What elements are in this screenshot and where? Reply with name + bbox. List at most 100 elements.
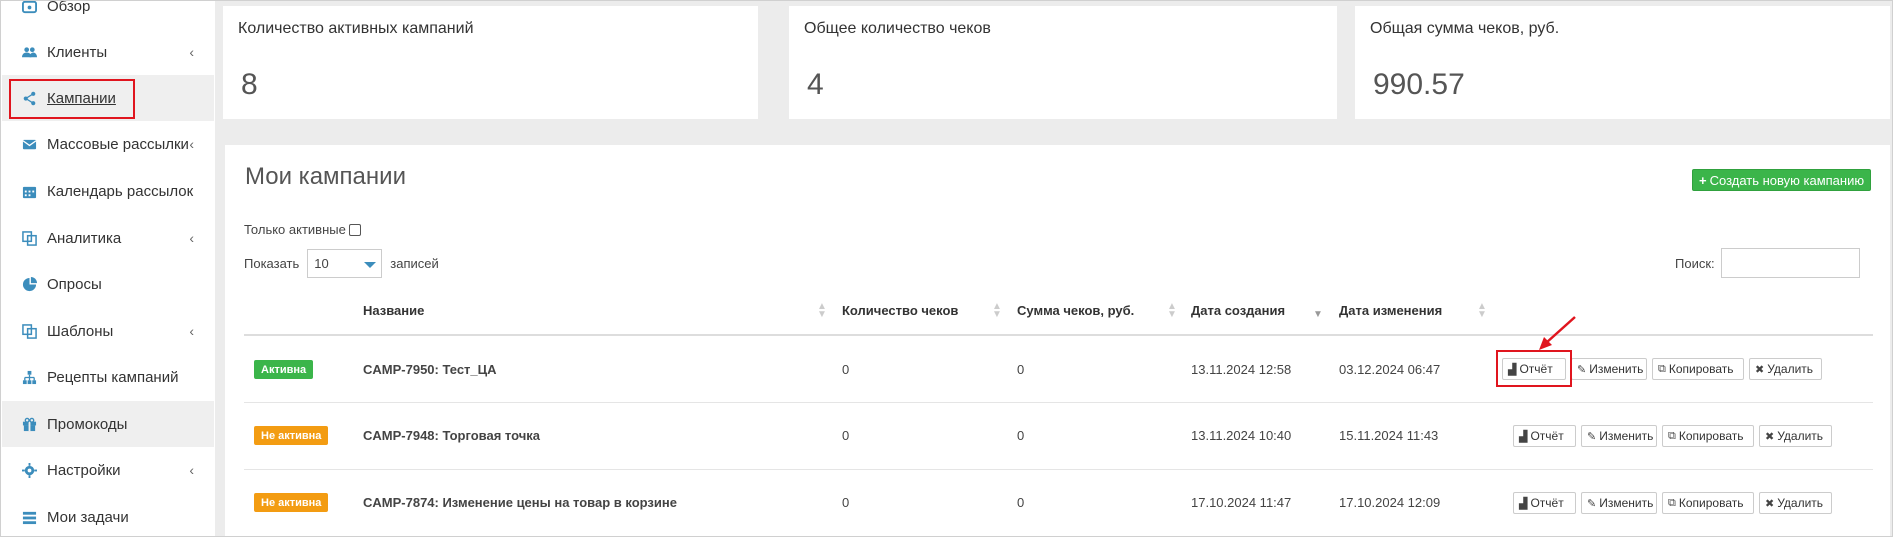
sidebar-item-label: Обзор: [47, 0, 91, 15]
column-header-sum[interactable]: Сумма чеков, руб.: [1017, 303, 1134, 318]
sidebar-item-campaign-recipes[interactable]: Рецепты кампаний: [2, 354, 214, 400]
delete-button[interactable]: ✖ Удалить: [1759, 425, 1832, 447]
sidebar-item-label: Аналитика: [47, 229, 122, 247]
sidebar-item-mass-mailings[interactable]: Массовые рассылки ‹: [2, 121, 214, 167]
sidebar-item-label: Промокоды: [47, 415, 128, 433]
status-badge: Не активна: [254, 426, 329, 445]
checks-count: 0: [842, 362, 850, 377]
search-input[interactable]: [1720, 248, 1860, 278]
stat-card-total-checks: Общее количество чеков 4: [789, 6, 1337, 119]
caret-down-icon: [364, 262, 377, 268]
edit-button[interactable]: ✎ Изменить: [1581, 425, 1657, 447]
copy-icon: ⧉: [1658, 362, 1666, 375]
report-label: Отчёт: [1530, 429, 1564, 443]
sort-icon[interactable]: ▲ ▼: [1477, 302, 1487, 320]
chevron-left-icon: ‹: [189, 230, 194, 246]
sidebar-item-templates[interactable]: Шаблоны ‹: [2, 308, 214, 354]
sidebar-item-settings[interactable]: Настройки ‹: [2, 447, 214, 493]
plus-icon: +: [1699, 172, 1707, 188]
modified-date: 03.12.2024 06:47: [1339, 362, 1441, 377]
sort-icon[interactable]: ▲ ▼: [992, 302, 1002, 320]
report-button[interactable]: ▟ Отчёт: [1513, 492, 1576, 514]
area-chart-icon: ▟: [1519, 497, 1528, 510]
stat-value: 8: [241, 68, 258, 101]
gift-icon: [21, 416, 37, 432]
only-active-label: Только активные: [244, 222, 346, 237]
checks-count: 0: [842, 428, 850, 443]
created-date: 17.10.2024 11:47: [1191, 495, 1292, 510]
create-campaign-label: Создать новую кампанию: [1709, 172, 1865, 188]
edit-button[interactable]: ✎ Изменить: [1581, 492, 1657, 514]
sidebar-item-label: Календарь рассылок: [47, 182, 194, 200]
checks-sum: 0: [1017, 428, 1025, 443]
edit-label: Изменить: [1599, 429, 1654, 443]
sort-desc-icon[interactable]: ▼: [1313, 303, 1323, 320]
edit-label: Изменить: [1599, 496, 1654, 510]
copy-icon: ⧉: [1668, 496, 1676, 509]
sidebar-item-surveys[interactable]: Опросы: [2, 261, 214, 307]
app-frame: Обзор Клиенты ‹ Кампании Массовые рассыл…: [0, 0, 1893, 537]
delete-button[interactable]: ✖ Удалить: [1759, 492, 1832, 514]
checks-count: 0: [842, 495, 850, 510]
area-chart-icon: ▟: [1519, 430, 1528, 443]
modified-date: 17.10.2024 12:09: [1339, 495, 1441, 510]
checks-sum: 0: [1017, 362, 1025, 377]
campaign-name: CAMP-7874: Изменение цены на товар в кор…: [363, 495, 677, 510]
sidebar-item-overview[interactable]: Обзор: [2, 0, 214, 29]
create-campaign-button[interactable]: + Создать новую кампанию: [1692, 169, 1872, 191]
only-active-checkbox[interactable]: [348, 223, 361, 236]
delete-button[interactable]: ✖ Удалить: [1749, 358, 1822, 380]
column-header-name[interactable]: Название: [363, 303, 424, 318]
sidebar-item-calendar[interactable]: Календарь рассылок: [2, 168, 214, 214]
copy-button[interactable]: ⧉ Копировать: [1662, 425, 1754, 447]
sidebar-item-label: Клиенты: [47, 43, 108, 61]
copy-icon: ⧉: [1668, 429, 1676, 442]
created-date: 13.11.2024 10:40: [1191, 428, 1292, 443]
column-header-created[interactable]: Дата создания: [1191, 303, 1285, 318]
stat-title: Общее количество чеков: [804, 20, 991, 37]
sort-icon[interactable]: ▲ ▼: [817, 302, 827, 320]
pie-chart-icon: [21, 276, 37, 292]
sidebar-item-analytics[interactable]: Аналитика ‹: [2, 215, 214, 261]
column-header-checks[interactable]: Количество чеков: [842, 303, 958, 318]
pencil-icon: ✎: [1587, 497, 1597, 510]
copy-icon: [21, 323, 37, 339]
table-header-divider: [244, 334, 1873, 336]
modified-date: 15.11.2024 11:43: [1339, 428, 1439, 443]
sidebar: Обзор Клиенты ‹ Кампании Массовые рассыл…: [2, 0, 214, 536]
sidebar-item-label: Рецепты кампаний: [47, 368, 179, 386]
sort-icon[interactable]: ▲ ▼: [1167, 302, 1177, 320]
page-size-select[interactable]: 10: [307, 249, 383, 278]
cog-icon: [21, 462, 37, 478]
sidebar-item-label: Мои задачи: [47, 508, 129, 526]
stat-card-active-campaigns: Количество активных кампаний 8: [223, 6, 758, 119]
column-header-modified[interactable]: Дата изменения: [1339, 303, 1442, 318]
checks-sum: 0: [1017, 495, 1025, 510]
copy-icon: [21, 230, 37, 246]
calendar-icon: [21, 183, 37, 199]
stat-value: 4: [807, 68, 824, 101]
search-label: Поиск:: [1675, 255, 1715, 271]
dashboard-icon: [21, 1, 37, 14]
sidebar-item-promocodes[interactable]: Промокоды: [2, 401, 214, 447]
status-badge: Не активна: [254, 493, 329, 512]
copy-button[interactable]: ⧉ Копировать: [1662, 492, 1754, 514]
copy-label: Копировать: [1678, 496, 1744, 510]
copy-button[interactable]: ⧉ Копировать: [1652, 358, 1744, 380]
sidebar-item-my-tasks[interactable]: Мои задачи: [2, 494, 214, 536]
report-button[interactable]: ▟ Отчёт: [1513, 425, 1576, 447]
campaign-name: CAMP-7948: Торговая точка: [363, 428, 540, 443]
page-size-value: 10: [314, 256, 329, 271]
close-icon: ✖: [1765, 430, 1775, 443]
stat-title: Количество активных кампаний: [238, 20, 474, 37]
delete-label: Удалить: [1767, 362, 1814, 376]
show-label: Показать: [244, 256, 300, 271]
search-control: Поиск:: [1675, 248, 1860, 278]
sidebar-item-label: Шаблоны: [47, 322, 114, 340]
sidebar-item-clients[interactable]: Клиенты ‹: [2, 29, 214, 75]
edit-button[interactable]: ✎ Изменить: [1571, 358, 1647, 380]
only-active-filter: Только активные: [244, 222, 361, 237]
chevron-left-icon: ‹: [189, 44, 194, 60]
report-label: Отчёт: [1530, 496, 1564, 510]
row-divider: [244, 469, 1873, 470]
